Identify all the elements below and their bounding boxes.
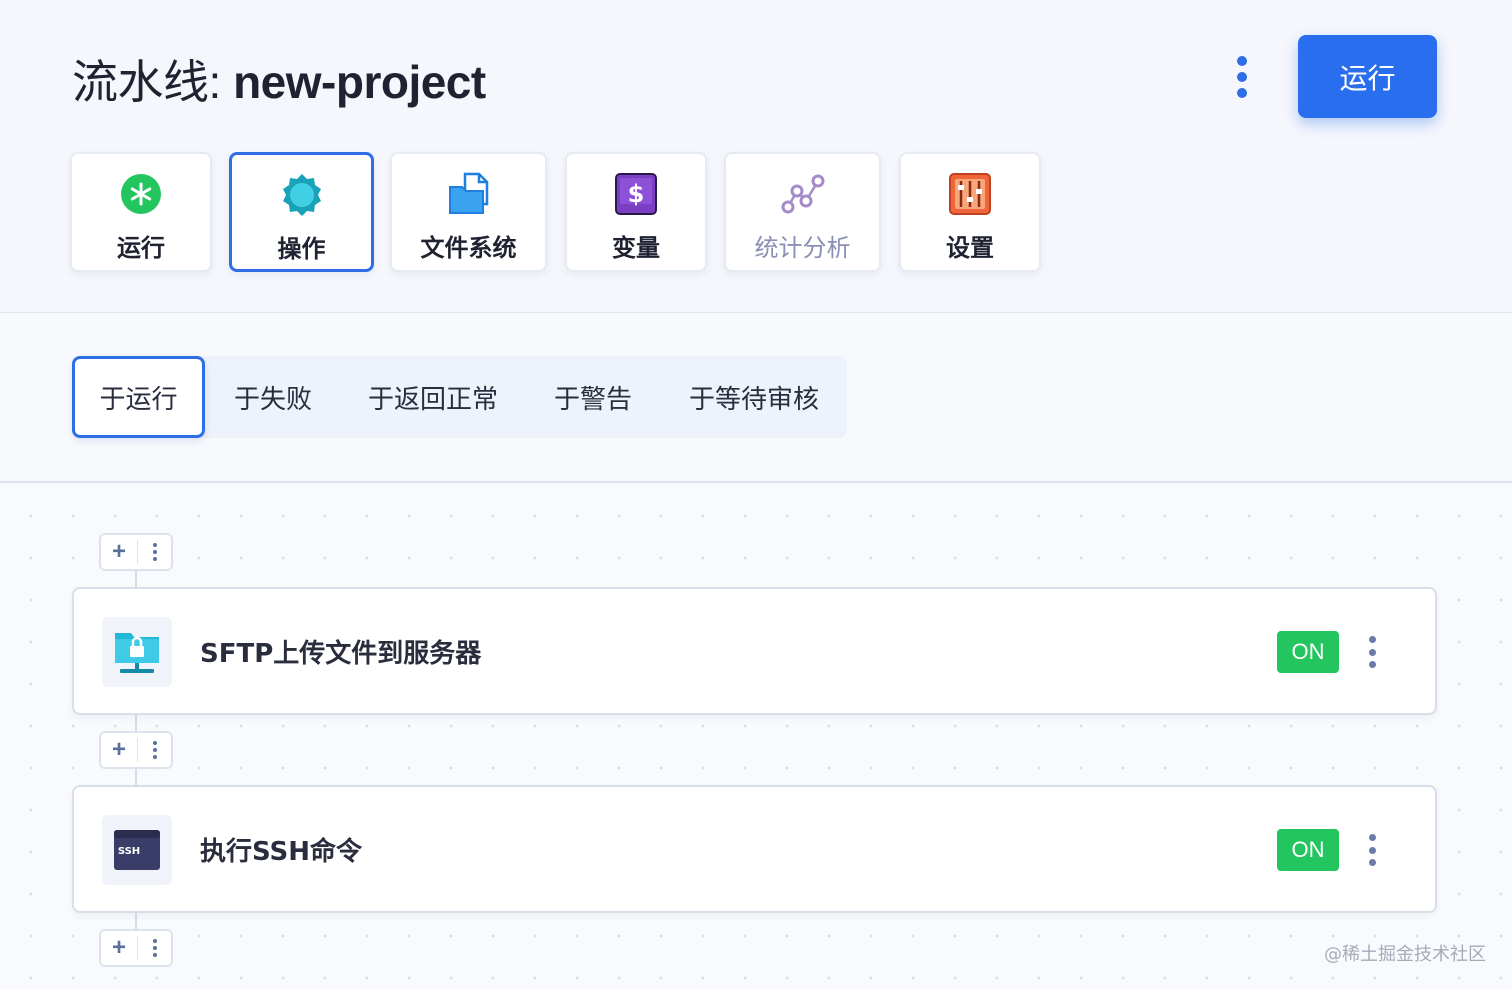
svg-text:$: $ <box>628 180 645 208</box>
adder-more-icon[interactable] <box>138 733 171 767</box>
gear-badge-icon <box>278 171 326 219</box>
tab-on-run[interactable]: 于运行 <box>72 356 205 438</box>
tab-on-failure[interactable]: 于失败 <box>222 356 324 438</box>
sftp-upload-icon <box>102 617 172 687</box>
step-more-icon[interactable] <box>1362 633 1382 671</box>
add-step-button[interactable]: + <box>101 733 137 767</box>
run-pipeline-button[interactable]: 运行 <box>1298 35 1437 118</box>
tab-on-warning[interactable]: 于警告 <box>542 356 644 438</box>
add-step-control: + <box>99 533 173 571</box>
step-card[interactable]: SFTP上传文件到服务器 ON <box>72 587 1437 715</box>
step-card[interactable]: SSH 执行SSH命令 ON <box>72 785 1437 913</box>
add-step-control: + <box>99 731 173 769</box>
tool-tile-variables[interactable]: $ 变量 <box>565 152 707 272</box>
connector-line <box>135 714 137 732</box>
add-step-button[interactable]: + <box>101 931 137 965</box>
tool-tile-actions[interactable]: 操作 <box>229 152 374 272</box>
tool-label: 设置 <box>946 234 994 262</box>
watermark: @稀土掘金技术社区 <box>1324 944 1486 965</box>
sliders-icon <box>946 170 994 218</box>
tool-label: 统计分析 <box>754 234 851 262</box>
asterisk-icon <box>117 170 165 218</box>
project-name: new-project <box>233 56 486 108</box>
step-enabled-toggle[interactable]: ON <box>1277 631 1339 673</box>
ssh-icon-label: SSH <box>118 846 140 857</box>
adder-more-icon[interactable] <box>138 931 171 965</box>
pipeline-canvas <box>0 483 1512 989</box>
more-options-icon[interactable] <box>1226 52 1258 102</box>
ssh-terminal-icon: SSH <box>102 815 172 885</box>
tool-tile-run[interactable]: 运行 <box>70 152 212 272</box>
connector-line <box>135 768 137 786</box>
tab-on-waiting-approval[interactable]: 于等待审核 <box>676 356 832 438</box>
tool-tile-analytics[interactable]: 统计分析 <box>724 152 881 272</box>
tool-tile-settings[interactable]: 设置 <box>899 152 1041 272</box>
add-step-control: + <box>99 929 173 967</box>
tab-on-recovery[interactable]: 于返回正常 <box>354 356 512 438</box>
dollar-box-icon: $ <box>612 170 660 218</box>
title-prefix: 流水线: <box>72 56 234 108</box>
step-name: SFTP上传文件到服务器 <box>200 638 482 669</box>
step-more-icon[interactable] <box>1362 831 1382 869</box>
add-step-button[interactable]: + <box>101 535 137 569</box>
tool-tile-filesystem[interactable]: 文件系统 <box>390 152 547 272</box>
file-folder-icon <box>445 170 493 218</box>
step-enabled-toggle[interactable]: ON <box>1277 829 1339 871</box>
analytics-nodes-icon <box>779 170 827 218</box>
tool-label: 运行 <box>117 234 165 262</box>
adder-more-icon[interactable] <box>138 535 171 569</box>
tool-label: 文件系统 <box>420 234 517 262</box>
connector-line <box>135 570 137 588</box>
tool-label: 变量 <box>612 234 660 262</box>
step-name: 执行SSH命令 <box>200 836 363 867</box>
tool-label: 操作 <box>277 235 326 263</box>
page-title: 流水线: new-project <box>72 46 486 112</box>
connector-line <box>135 912 137 930</box>
